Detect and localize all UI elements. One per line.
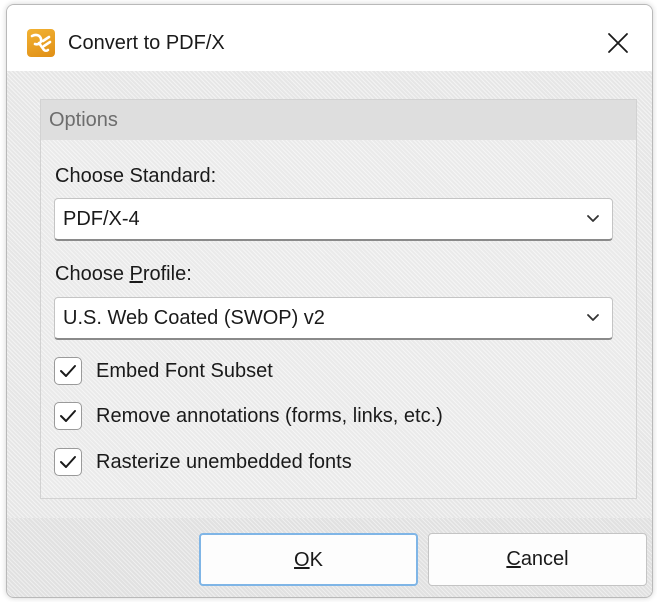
- cancel-accesskey: C: [506, 548, 521, 570]
- standard-label: Choose Standard:: [55, 165, 217, 187]
- standard-select-value: PDF/X-4: [63, 208, 140, 230]
- options-group-header: Options: [41, 100, 636, 140]
- profile-label: Choose Profile:: [55, 260, 192, 288]
- rasterize-fonts-checkbox[interactable]: Rasterize unembedded fonts: [54, 446, 454, 480]
- ok-label-rest: K: [309, 549, 323, 571]
- checkmark-icon: [60, 410, 76, 422]
- options-group-title: Options: [49, 109, 118, 131]
- cancel-button[interactable]: Cancel: [428, 533, 647, 586]
- title-bar: Convert to PDF/X: [7, 5, 652, 71]
- chevron-down-icon: [587, 215, 599, 222]
- ok-button[interactable]: OK: [199, 533, 418, 586]
- dialog-body: Options Choose Standard: PDF/X-4 Choose …: [7, 71, 652, 518]
- checkmark-icon: [60, 456, 76, 468]
- checkbox-box[interactable]: [54, 448, 82, 476]
- window-title: Convert to PDF/X: [68, 32, 225, 54]
- checkbox-box[interactable]: [54, 402, 82, 430]
- options-group: Options Choose Standard: PDF/X-4 Choose …: [40, 99, 637, 499]
- close-icon: [608, 33, 628, 53]
- cancel-label-rest: ancel: [520, 548, 569, 570]
- ok-accesskey: O: [294, 549, 310, 571]
- profile-select[interactable]: U.S. Web Coated (SWOP) v2: [54, 297, 613, 340]
- checkbox-label: Rasterize unembedded fonts: [96, 451, 352, 473]
- chevron-down-icon: [587, 314, 599, 321]
- pdf-xchange-icon: [27, 29, 55, 57]
- profile-label-accesskey: P: [129, 263, 143, 285]
- checkbox-label: Embed Font Subset: [96, 360, 273, 382]
- standard-select[interactable]: PDF/X-4: [54, 198, 613, 241]
- convert-dialog: Convert to PDF/X Options Choose Standard…: [6, 4, 653, 598]
- profile-label-suffix: rofile:: [142, 263, 192, 285]
- checkbox-box[interactable]: [54, 357, 82, 385]
- profile-label-prefix: Choose: [55, 263, 130, 285]
- close-button[interactable]: [598, 23, 638, 63]
- remove-annotations-checkbox[interactable]: Remove annotations (forms, links, etc.): [54, 400, 554, 434]
- embed-font-subset-checkbox[interactable]: Embed Font Subset: [54, 355, 454, 389]
- profile-select-value: U.S. Web Coated (SWOP) v2: [63, 307, 325, 329]
- dialog-footer: OK Cancel: [7, 518, 652, 597]
- checkmark-icon: [60, 365, 76, 377]
- checkbox-label: Remove annotations (forms, links, etc.): [96, 405, 443, 427]
